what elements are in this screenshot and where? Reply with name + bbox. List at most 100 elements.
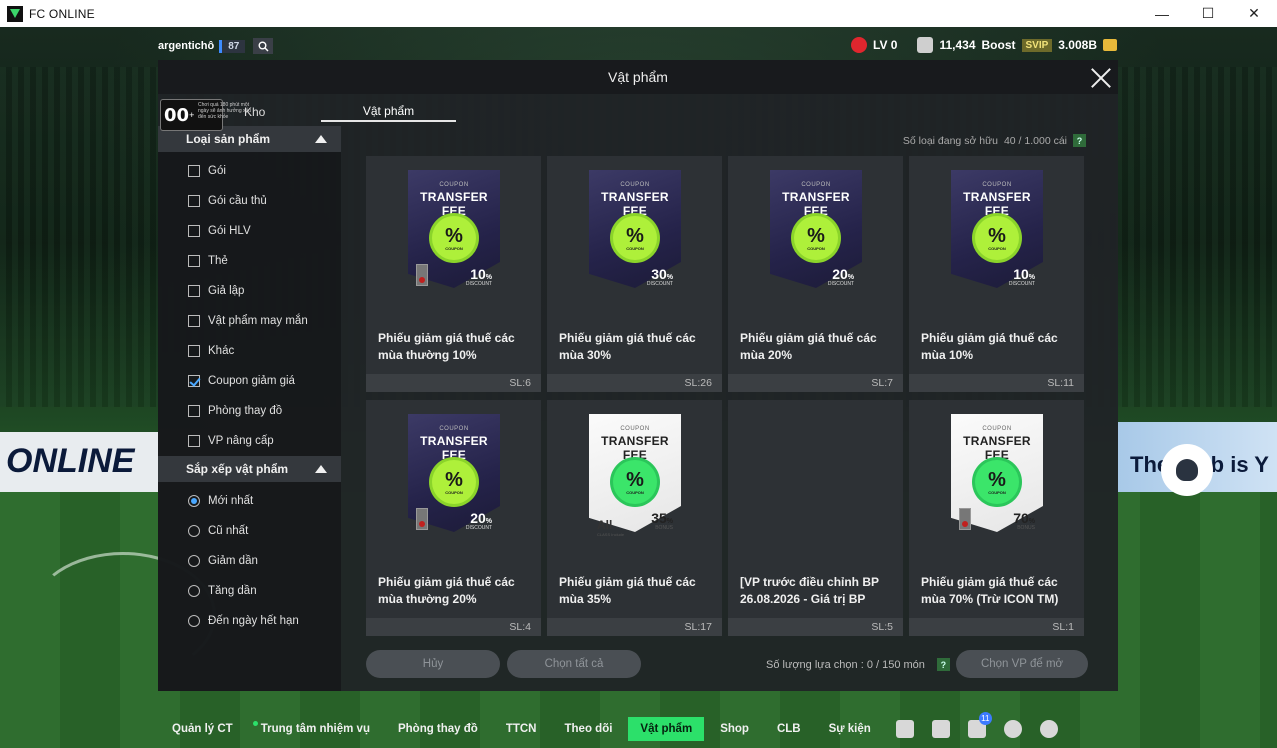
filter-option[interactable]: VP nâng cấp bbox=[158, 426, 341, 456]
item-card[interactable]: COUPON TRANSFER FEE% COUPON 10% DISCOUNT Phiế… bbox=[366, 156, 541, 392]
coupon-badge-percent: % bbox=[988, 224, 1006, 247]
item-name: Phiếu giảm giá thuế các mùa 35% bbox=[559, 575, 696, 606]
user-search-button[interactable] bbox=[253, 38, 274, 54]
chat-icon bbox=[895, 720, 914, 738]
filter-option[interactable]: Giả lập bbox=[158, 276, 341, 306]
item-card[interactable]: COUPON TRANSFER FEE% COUPON 20% DISCOUNT Phiế… bbox=[728, 156, 903, 392]
maximize-button[interactable]: ☐ bbox=[1185, 0, 1231, 27]
checkbox[interactable] bbox=[188, 375, 200, 387]
filter-option[interactable]: Gói HLV bbox=[158, 216, 341, 246]
selection-help-button[interactable]: ? bbox=[936, 658, 950, 671]
checkbox[interactable] bbox=[188, 195, 200, 207]
nav-item[interactable]: Theo dõi bbox=[553, 717, 625, 741]
coupon-small-label: COUPON bbox=[439, 182, 469, 188]
coupon-graphic: COUPON TRANSFER FEE% COUPON 20% DISCOUNT bbox=[770, 170, 862, 288]
filter-option[interactable]: Vật phẩm may mắn bbox=[158, 306, 341, 336]
nav-item[interactable]: CLB bbox=[765, 717, 813, 741]
filter-option[interactable]: Gói cầu thủ bbox=[158, 186, 341, 216]
nav-item[interactable]: Sự kiện bbox=[817, 717, 883, 741]
owned-help-button[interactable]: ? bbox=[1073, 134, 1086, 147]
item-card[interactable]: COUPON TRANSFER FEE% COUPON 20% DISCOUNT Phiế… bbox=[366, 400, 541, 636]
user-level-badge: 87 bbox=[219, 39, 246, 53]
radio-button[interactable] bbox=[188, 585, 200, 597]
boost-label[interactable]: Boost bbox=[982, 38, 1016, 52]
checkbox[interactable] bbox=[188, 435, 200, 447]
item-card[interactable]: COUPON TRANSFER FEE% COUPON 10% DISCOUNT Phiế… bbox=[909, 156, 1084, 392]
coupon-value-kind: BONUS bbox=[655, 525, 673, 531]
sort-option[interactable]: Cũ nhất bbox=[158, 516, 341, 546]
coupon-percent-badge-icon: % COUPON bbox=[794, 216, 838, 260]
coupon-value-kind: BONUS bbox=[1017, 525, 1035, 531]
item-card[interactable]: COUPON TRANSFER FEE% COUPON 35% BONUS All CLAS… bbox=[547, 400, 722, 636]
open-selected-button[interactable]: Chọn VP để mở bbox=[956, 650, 1088, 678]
selection-count-label: Số lượng lựa chọn : 0 / 150 món bbox=[766, 658, 925, 671]
item-card[interactable]: [VP trước điều chỉnh BP 26.08.2026 - Giá… bbox=[728, 400, 903, 636]
hud-stats: LV 0 11,434 Boost SVIP 3.008B bbox=[851, 37, 1117, 53]
nav-item[interactable]: Vật phẩm bbox=[628, 717, 705, 741]
profile-button[interactable] bbox=[1002, 718, 1024, 740]
filter-option[interactable]: Khác bbox=[158, 336, 341, 366]
panel-title: Vật phẩm bbox=[608, 69, 668, 85]
coupon-title: TRANSFER FEE bbox=[420, 190, 488, 218]
sort-option[interactable]: Tăng dần bbox=[158, 576, 341, 606]
filter-option[interactable]: Phòng thay đồ bbox=[158, 396, 341, 426]
svip-badge[interactable]: SVIP bbox=[1021, 38, 1053, 52]
lock-icon bbox=[416, 508, 428, 530]
top-hud: argentichô 87 LV 0 11,434 Boost SVIP 3.0… bbox=[0, 34, 1277, 58]
sort-header[interactable]: Sắp xếp vật phẩm bbox=[158, 456, 341, 482]
checkbox[interactable] bbox=[188, 315, 200, 327]
sort-option[interactable]: Giảm dần bbox=[158, 546, 341, 576]
close-window-button[interactable]: ✕ bbox=[1231, 0, 1277, 27]
select-all-button[interactable]: Chọn tất cả bbox=[507, 650, 641, 678]
nav-item[interactable]: Phòng thay đồ bbox=[386, 717, 490, 741]
checkbox[interactable] bbox=[188, 405, 200, 417]
checkbox[interactable] bbox=[188, 225, 200, 237]
checkbox[interactable] bbox=[188, 285, 200, 297]
coupon-badge-percent: % bbox=[626, 224, 644, 247]
nav-item-label: Theo dõi bbox=[564, 723, 613, 735]
radio-button[interactable] bbox=[188, 495, 200, 507]
chat-button[interactable] bbox=[894, 718, 916, 740]
bell-button[interactable]: 11 bbox=[966, 712, 992, 740]
filter-option-label: Gói bbox=[208, 165, 226, 177]
lock-icon bbox=[959, 508, 971, 530]
item-quantity: SL:26 bbox=[684, 377, 712, 389]
sort-title: Sắp xếp vật phẩm bbox=[186, 462, 289, 476]
item-grid: COUPON TRANSFER FEE% COUPON 10% DISCOUNT Phiế… bbox=[366, 156, 1086, 636]
coupon-value-kind: DISCOUNT bbox=[465, 281, 492, 287]
radio-button[interactable] bbox=[188, 525, 200, 537]
home-button[interactable] bbox=[930, 718, 952, 740]
filter-option[interactable]: Gói bbox=[158, 156, 341, 186]
minimize-button[interactable]: — bbox=[1139, 0, 1185, 27]
nav-item[interactable]: Trung tâm nhiệm vụ bbox=[249, 717, 382, 741]
coupon-small-label: COUPON bbox=[982, 182, 1012, 188]
settings-gear-button[interactable] bbox=[1038, 718, 1060, 740]
tab-items[interactable]: Vật phẩm bbox=[321, 100, 456, 122]
owned-value: 40 / 1.000 cái bbox=[1003, 134, 1067, 147]
sort-option[interactable]: Đến ngày hết hạn bbox=[158, 606, 341, 636]
chat-fab-button[interactable] bbox=[1161, 444, 1213, 496]
item-quantity: SL:1 bbox=[1052, 621, 1074, 633]
owned-count: Số loại đang sở hữu 40 / 1.000 cái ? bbox=[903, 134, 1086, 147]
close-panel-button[interactable] bbox=[1090, 66, 1112, 88]
item-card[interactable]: COUPON TRANSFER FEE% COUPON 70% BONUS Phiếu g… bbox=[909, 400, 1084, 636]
item-card[interactable]: COUPON TRANSFER FEE% COUPON 30% DISCOUNT Phiế… bbox=[547, 156, 722, 392]
coupon-badge-word: COUPON bbox=[445, 245, 463, 251]
filter-option-label: Khác bbox=[208, 345, 235, 357]
sort-option[interactable]: Mới nhất bbox=[158, 486, 341, 516]
filter-option[interactable]: Coupon giảm giá bbox=[158, 366, 341, 396]
coupon-graphic: COUPON TRANSFER FEE% COUPON 70% BONUS bbox=[951, 414, 1043, 532]
coupon-percent-badge-icon: % COUPON bbox=[975, 216, 1019, 260]
radio-button[interactable] bbox=[188, 615, 200, 627]
checkbox[interactable] bbox=[188, 345, 200, 357]
checkbox[interactable] bbox=[188, 255, 200, 267]
cancel-button[interactable]: Hủy bbox=[366, 650, 500, 678]
nav-item-label: Quản lý CT bbox=[172, 723, 233, 735]
checkbox[interactable] bbox=[188, 165, 200, 177]
nav-item[interactable]: Quản lý CT bbox=[160, 717, 245, 741]
radio-button[interactable] bbox=[188, 555, 200, 567]
nav-item[interactable]: TTCN bbox=[494, 717, 549, 741]
filter-option[interactable]: Thẻ bbox=[158, 246, 341, 276]
item-name: Phiếu giảm giá thuế các mùa thường 20% bbox=[378, 575, 515, 606]
nav-item[interactable]: Shop bbox=[708, 717, 761, 741]
